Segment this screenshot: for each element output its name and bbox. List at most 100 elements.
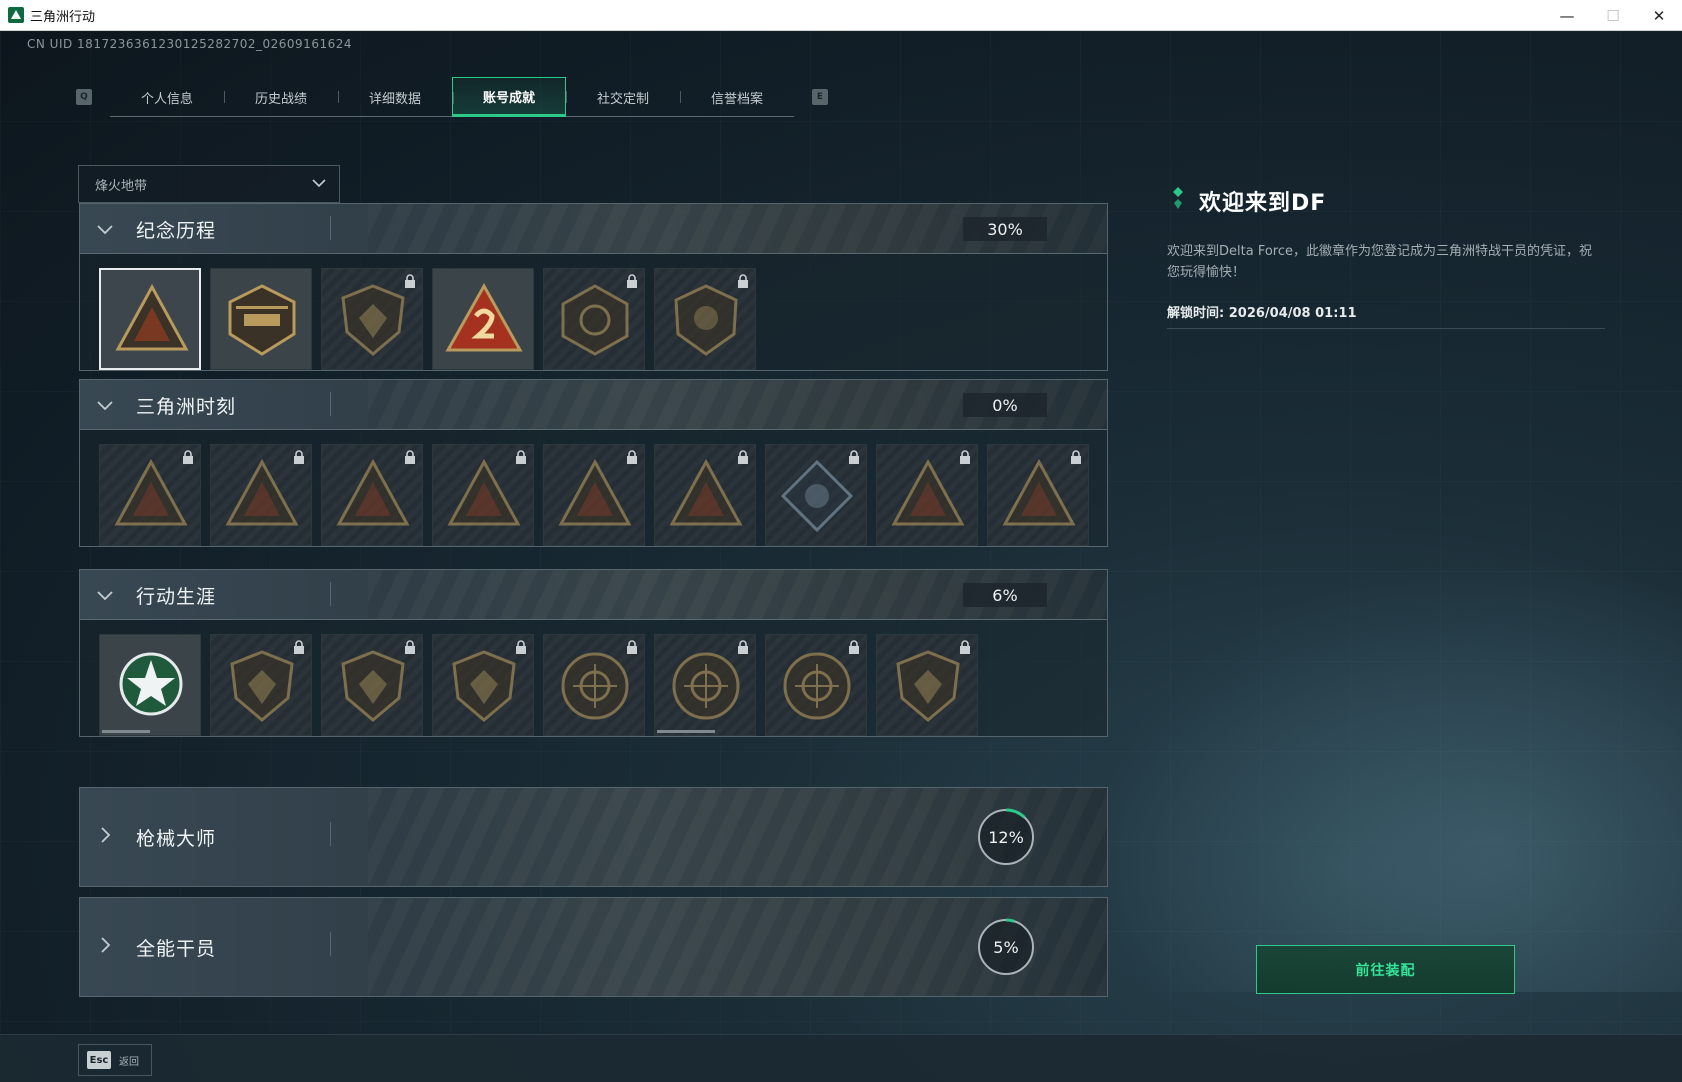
badge-row [99,634,978,736]
number-two-emblem-icon [445,282,523,352]
tab-1[interactable]: 历史战绩 [224,77,338,117]
next-tab-key[interactable]: E [812,89,828,105]
lock-icon [960,640,970,654]
divider [330,932,331,956]
go-equip-button[interactable]: 前往装配 [1256,945,1515,994]
lock-icon [738,640,748,654]
badge-item[interactable] [654,444,756,546]
close-button[interactable]: ✕ [1636,0,1682,31]
window-titlebar: 三角洲行动 — ☐ ✕ [0,0,1682,31]
background-storm [1062,532,1682,992]
lock-icon [405,450,415,464]
badge-item[interactable] [99,268,201,370]
prev-tab-key[interactable]: Q [76,89,92,105]
badge-item[interactable] [987,444,1089,546]
tab-0[interactable]: 个人信息 [110,77,224,117]
badge-item[interactable] [765,444,867,546]
badge-item[interactable] [543,634,645,736]
triangle-emblem-icon [447,458,521,526]
chevron-down-icon [97,401,113,411]
tab-2[interactable]: 详细数据 [338,77,452,117]
shield-emblem-icon [896,650,960,722]
maximize-button[interactable]: ☐ [1590,0,1636,31]
lock-icon [294,640,304,654]
shield-emblem-icon [341,284,405,356]
round-emblem-icon [672,652,740,720]
chevron-right-icon [101,827,111,843]
badge-item[interactable] [876,444,978,546]
badge-item[interactable] [543,444,645,546]
badge-item[interactable] [321,634,423,736]
achievement-section-1: 三角洲时刻 0% [79,379,1108,547]
crest-emblem-icon [674,284,738,356]
shield-emblem-icon [341,650,405,722]
shield-emblem-icon [230,650,294,722]
section-title: 枪械大师 [136,828,217,850]
mode-select[interactable]: 烽火地带 [78,165,340,203]
hexagon-emblem-icon [561,284,629,356]
tab-4[interactable]: 社交定制 [566,77,680,117]
triangle-emblem-icon [1002,458,1076,526]
game-screen: CN UID 1817236361230125282702_0260916162… [0,31,1682,1082]
section-header[interactable]: 行动生涯 6% [80,570,1107,620]
back-label: 返回 [119,1056,139,1068]
lock-icon [849,450,859,464]
triangle-emblem-icon [225,458,299,526]
badge-progress-bar [657,730,715,733]
round-emblem-icon [561,652,629,720]
tab-5[interactable]: 信誉档案 [680,77,794,117]
badge-item[interactable] [321,268,423,370]
achievement-section-3: 枪械大师 12% [79,787,1108,887]
section-title: 三角洲时刻 [136,396,237,418]
back-button[interactable]: Esc 返回 [78,1044,152,1076]
lock-icon [849,640,859,654]
triangle-emblem-icon [891,458,965,526]
lock-icon [738,274,748,288]
badge-item[interactable] [99,634,201,736]
lock-icon [516,450,526,464]
section-header[interactable]: 纪念历程 30% [80,204,1107,254]
lock-icon [405,640,415,654]
divider [1167,328,1605,329]
badge-item[interactable] [654,268,756,370]
achievement-section-0: 纪念历程 30% [79,203,1108,371]
round-emblem-icon [783,652,851,720]
divider [330,216,331,240]
diamond-marker-icon [1173,187,1183,209]
badge-item[interactable] [765,634,867,736]
badge-row [99,268,756,370]
badge-item[interactable] [321,444,423,546]
badge-item[interactable] [432,634,534,736]
section-header[interactable]: 三角洲时刻 0% [80,380,1107,430]
triangle-emblem-icon [336,458,410,526]
diamond-emblem-icon [780,459,854,533]
badge-item[interactable] [432,444,534,546]
divider [330,392,331,416]
lock-icon [627,274,637,288]
badge-item[interactable] [876,634,978,736]
app-logo-icon [8,7,24,23]
lock-icon [627,450,637,464]
unlock-time: 解锁时间: 2026/04/08 01:11 [1167,306,1357,321]
badge-item[interactable] [210,444,312,546]
helicopter-emblem-icon [228,284,296,356]
triangle-emblem-icon [114,458,188,526]
triangle-emblem-icon [115,283,189,351]
badge-item[interactable] [99,444,201,546]
divider [330,822,331,846]
badge-item[interactable] [543,268,645,370]
star-emblem-icon [119,652,183,716]
section-header[interactable]: 全能干员 5% [80,898,1107,996]
section-title: 全能干员 [136,938,217,960]
badge-item[interactable] [210,268,312,370]
tab-bar: Q 个人信息 历史战绩 详细数据 账号成就 社交定制 信誉档案 E [76,77,828,117]
badge-item[interactable] [210,634,312,736]
tab-3[interactable]: 账号成就 [452,77,566,117]
section-title: 行动生涯 [136,586,217,608]
badge-item[interactable] [432,268,534,370]
minimize-button[interactable]: — [1544,0,1590,31]
achievement-section-4: 全能干员 5% [79,897,1108,997]
section-header[interactable]: 枪械大师 12% [80,788,1107,886]
chevron-down-icon [312,179,326,188]
badge-item[interactable] [654,634,756,736]
